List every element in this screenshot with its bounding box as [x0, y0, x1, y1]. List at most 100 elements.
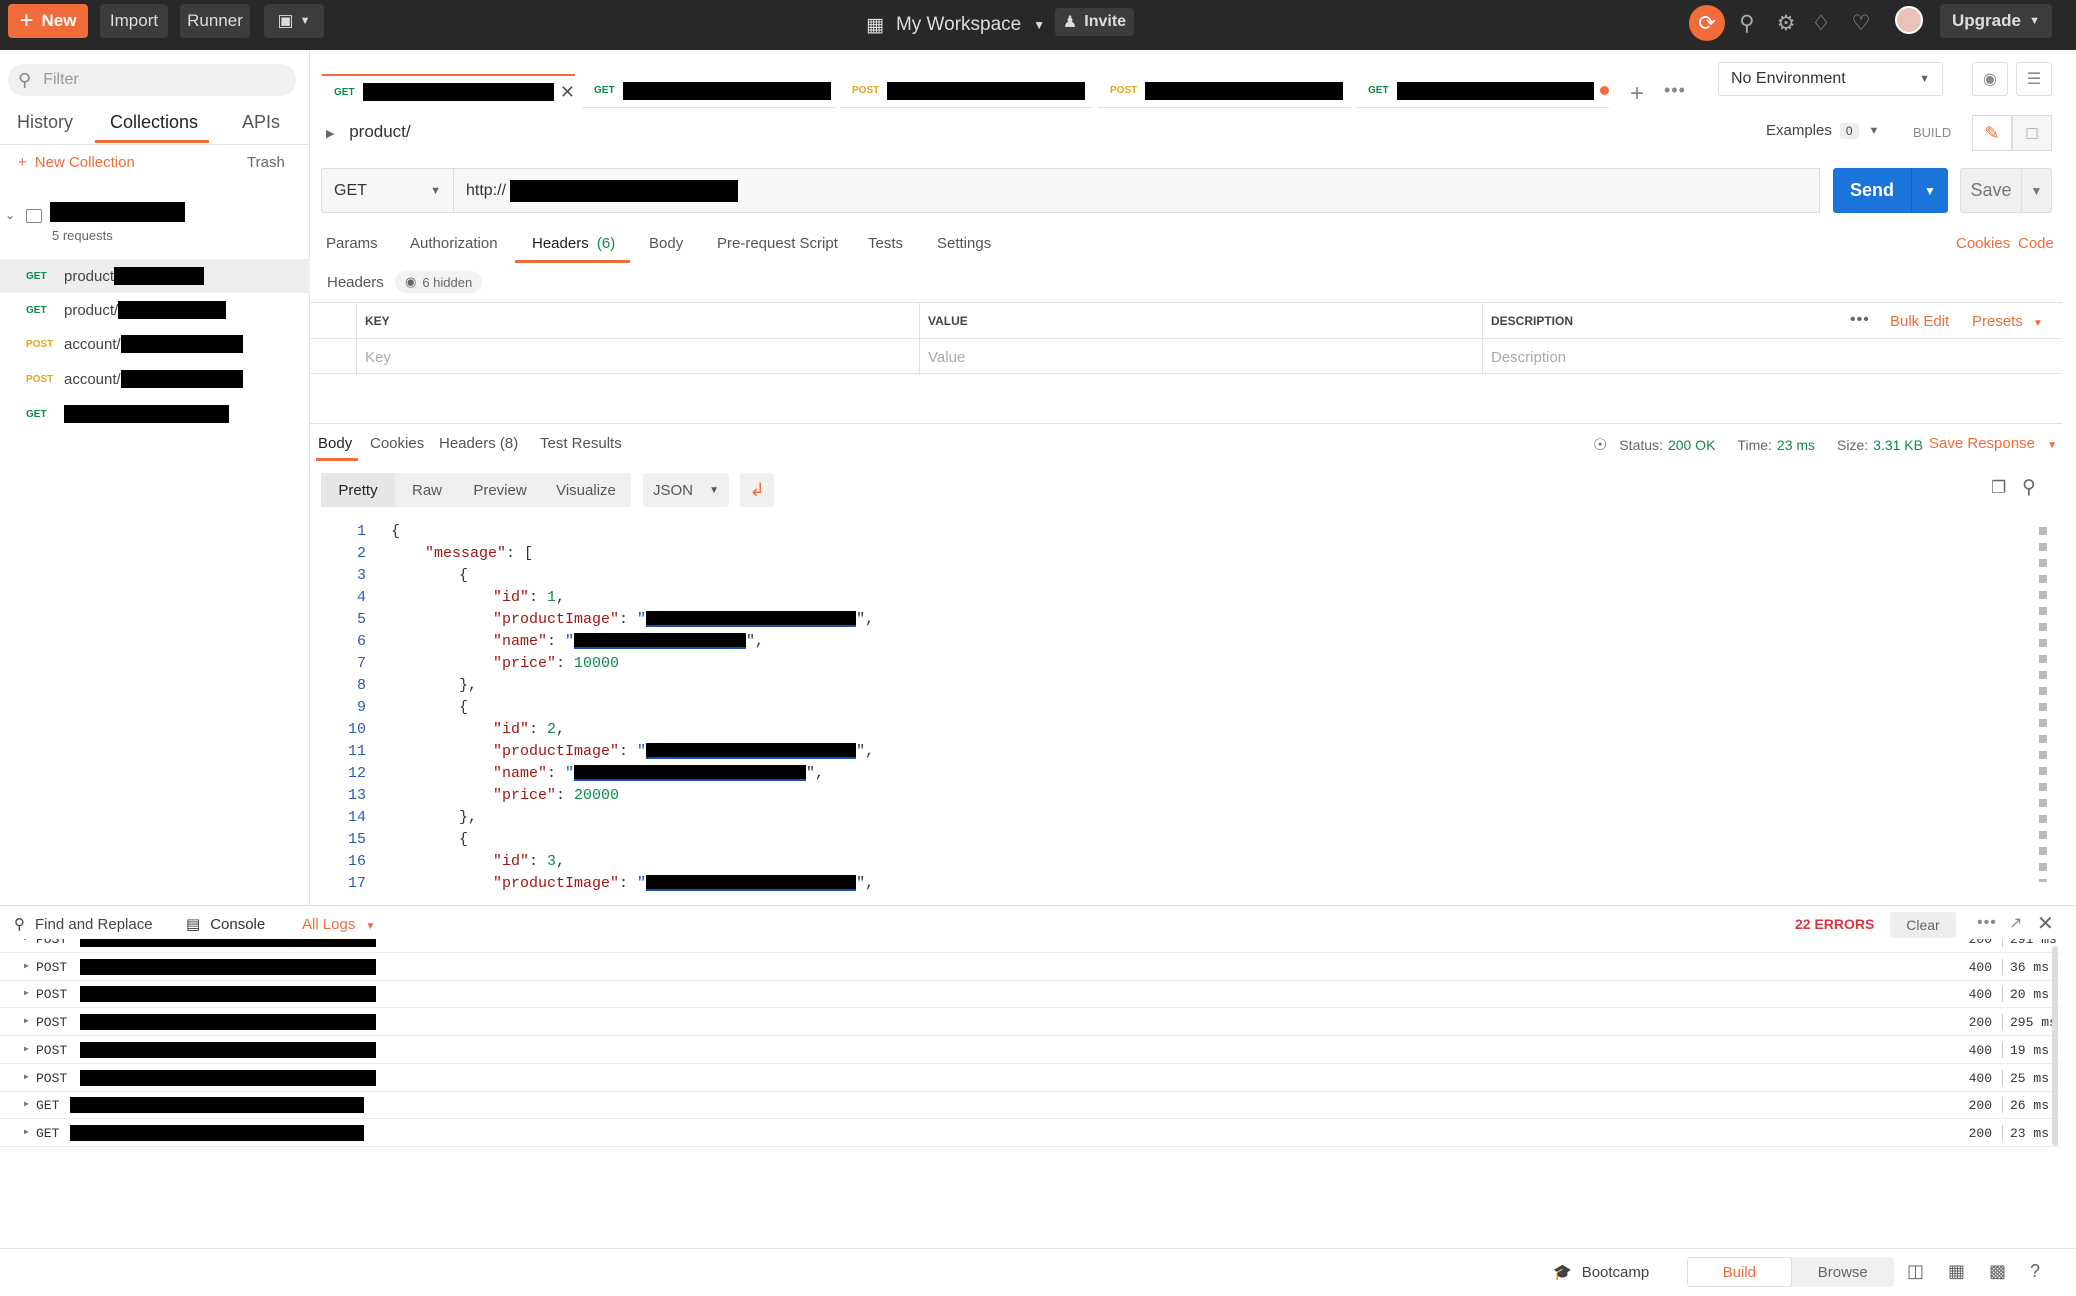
- sidebar-request-item[interactable]: GET product: [0, 259, 310, 293]
- code-link[interactable]: Code: [2018, 235, 2054, 252]
- description-input[interactable]: Description: [1482, 339, 2062, 375]
- request-tab[interactable]: GET: [1356, 74, 1609, 108]
- add-tab-icon[interactable]: +: [1630, 80, 1644, 108]
- sidebar-request-item[interactable]: POST account/: [0, 327, 310, 361]
- examples-dropdown[interactable]: Examples 0 ▼: [1766, 122, 1879, 139]
- method-select[interactable]: GET ▼: [321, 168, 454, 213]
- eye-icon[interactable]: ◉: [1972, 62, 2008, 96]
- collection-item[interactable]: ⌄ 5 requests: [0, 196, 310, 244]
- tab-headers[interactable]: Headers (6): [532, 235, 615, 252]
- browse-mode-button[interactable]: Browse: [1792, 1257, 1895, 1287]
- sync-icon[interactable]: ⟳: [1689, 5, 1725, 41]
- log-filter-dropdown[interactable]: All Logs ▼: [302, 916, 375, 933]
- breadcrumb[interactable]: ▶ product/: [326, 122, 411, 142]
- environment-select[interactable]: No Environment ▼: [1718, 62, 1943, 96]
- invite-button[interactable]: ♟ Invite: [1055, 8, 1134, 36]
- bulk-edit-link[interactable]: Bulk Edit: [1890, 313, 1949, 330]
- save-response-dropdown[interactable]: Save Response ▼: [1929, 435, 2057, 452]
- pop-out-icon[interactable]: ↗: [2009, 913, 2022, 933]
- filter-input[interactable]: ⚲ Filter: [8, 64, 296, 96]
- sidebar-request-item[interactable]: GET product/: [0, 293, 310, 327]
- value-input[interactable]: Value: [919, 339, 1482, 375]
- more-icon[interactable]: •••: [1664, 80, 1686, 101]
- hidden-headers-toggle[interactable]: ◉ 6 hidden: [395, 271, 482, 293]
- request-tab[interactable]: POST: [840, 74, 1093, 108]
- more-icon[interactable]: •••: [1977, 914, 1997, 932]
- chevron-down-icon[interactable]: ▼: [2021, 169, 2051, 212]
- tab-settings[interactable]: Settings: [937, 235, 991, 252]
- gear-icon[interactable]: ⚙: [1771, 8, 1801, 38]
- tab-history[interactable]: History: [17, 112, 73, 133]
- scrollbar[interactable]: [2052, 946, 2058, 1146]
- search-icon[interactable]: ⚲: [2022, 476, 2036, 499]
- avatar[interactable]: [1895, 6, 1923, 34]
- log-row[interactable]: ▶POST40019 ms: [0, 1036, 2060, 1064]
- format-select[interactable]: JSON ▼: [643, 473, 729, 507]
- bell-icon[interactable]: ♢: [1806, 8, 1836, 38]
- two-pane-icon[interactable]: ◫: [1907, 1261, 1924, 1282]
- view-raw[interactable]: Raw: [395, 473, 459, 507]
- keyboard-icon[interactable]: ▩: [1989, 1261, 2006, 1282]
- tab-apis[interactable]: APIs: [242, 112, 280, 133]
- send-button[interactable]: Send ▼: [1833, 168, 1948, 213]
- url-input[interactable]: http://: [454, 168, 1820, 213]
- log-row[interactable]: ▶POST40025 ms: [0, 1064, 2060, 1092]
- layout-icon[interactable]: ▦: [1948, 1261, 1965, 1282]
- log-row[interactable]: ▶POST200291 ms: [0, 939, 2060, 953]
- console-button[interactable]: ▤Console: [186, 915, 265, 933]
- clear-button[interactable]: Clear: [1890, 912, 1956, 938]
- help-icon[interactable]: ?: [2030, 1261, 2040, 1282]
- tab-body[interactable]: Body: [649, 235, 683, 252]
- copy-icon[interactable]: ❐: [1991, 478, 2006, 498]
- tab-collections[interactable]: Collections: [110, 112, 198, 133]
- tab-pre-request-script[interactable]: Pre-request Script: [717, 235, 838, 252]
- view-preview[interactable]: Preview: [459, 473, 541, 507]
- view-visualize[interactable]: Visualize: [541, 473, 631, 507]
- log-row[interactable]: ▶POST40036 ms: [0, 953, 2060, 981]
- presets-dropdown[interactable]: Presets ▼: [1972, 313, 2043, 330]
- heart-icon[interactable]: ♡: [1846, 8, 1876, 38]
- tab-tests[interactable]: Tests: [868, 235, 903, 252]
- request-tab[interactable]: GET: [582, 74, 835, 108]
- log-row[interactable]: ▶GET20026 ms: [0, 1147, 2060, 1151]
- cookies-link[interactable]: Cookies: [1956, 235, 2010, 252]
- wrap-lines-icon[interactable]: ↲: [740, 473, 774, 507]
- log-row[interactable]: ▶GET20026 ms: [0, 1091, 2060, 1119]
- tab-authorization[interactable]: Authorization: [410, 235, 498, 252]
- error-count-badge[interactable]: 22 ERRORS: [1795, 916, 1874, 932]
- new-window-button[interactable]: ▣ ▼: [264, 4, 324, 38]
- workspace-switcher[interactable]: ▦ My Workspace ▼: [866, 8, 1045, 42]
- tab-response-body[interactable]: Body: [318, 435, 352, 452]
- sliders-icon[interactable]: ☰: [2016, 62, 2052, 96]
- runner-button[interactable]: Runner: [180, 4, 250, 38]
- sidebar-request-item[interactable]: POST account/: [0, 362, 310, 396]
- log-row[interactable]: ▶POST40020 ms: [0, 980, 2060, 1008]
- request-tab[interactable]: POST: [1098, 74, 1351, 108]
- tab-response-cookies[interactable]: Cookies: [370, 435, 424, 452]
- find-replace-button[interactable]: ⚲Find and Replace: [14, 915, 153, 933]
- request-tab[interactable]: GET ✕: [322, 74, 575, 108]
- tab-test-results[interactable]: Test Results: [540, 435, 622, 452]
- build-mode-button[interactable]: Build: [1687, 1257, 1792, 1287]
- view-pretty[interactable]: Pretty: [321, 473, 395, 507]
- new-collection-button[interactable]: +New Collection: [18, 154, 135, 171]
- bootcamp-button[interactable]: 🎓Bootcamp: [1553, 1263, 1649, 1281]
- import-button[interactable]: Import: [100, 4, 168, 38]
- log-row[interactable]: ▶GET20023 ms: [0, 1119, 2060, 1147]
- tab-params[interactable]: Params: [326, 235, 378, 252]
- new-button[interactable]: + New: [8, 4, 88, 38]
- close-icon[interactable]: ✕: [560, 82, 575, 103]
- comment-icon[interactable]: □: [2012, 115, 2052, 151]
- satellite-icon[interactable]: ⚲: [1732, 8, 1762, 38]
- close-icon[interactable]: ✕: [2037, 911, 2054, 936]
- more-icon[interactable]: •••: [1850, 311, 1870, 329]
- pencil-icon[interactable]: ✎: [1972, 115, 2012, 151]
- key-input[interactable]: Key: [356, 339, 919, 375]
- log-row[interactable]: ▶POST200295 ms: [0, 1008, 2060, 1036]
- save-button[interactable]: Save ▼: [1960, 168, 2052, 213]
- upgrade-button[interactable]: Upgrade ▼: [1940, 4, 2052, 38]
- tab-response-headers[interactable]: Headers (8): [439, 435, 518, 452]
- chevron-down-icon[interactable]: ▼: [1911, 168, 1948, 213]
- trash-button[interactable]: Trash: [247, 154, 285, 171]
- scrollbar[interactable]: [2039, 527, 2047, 882]
